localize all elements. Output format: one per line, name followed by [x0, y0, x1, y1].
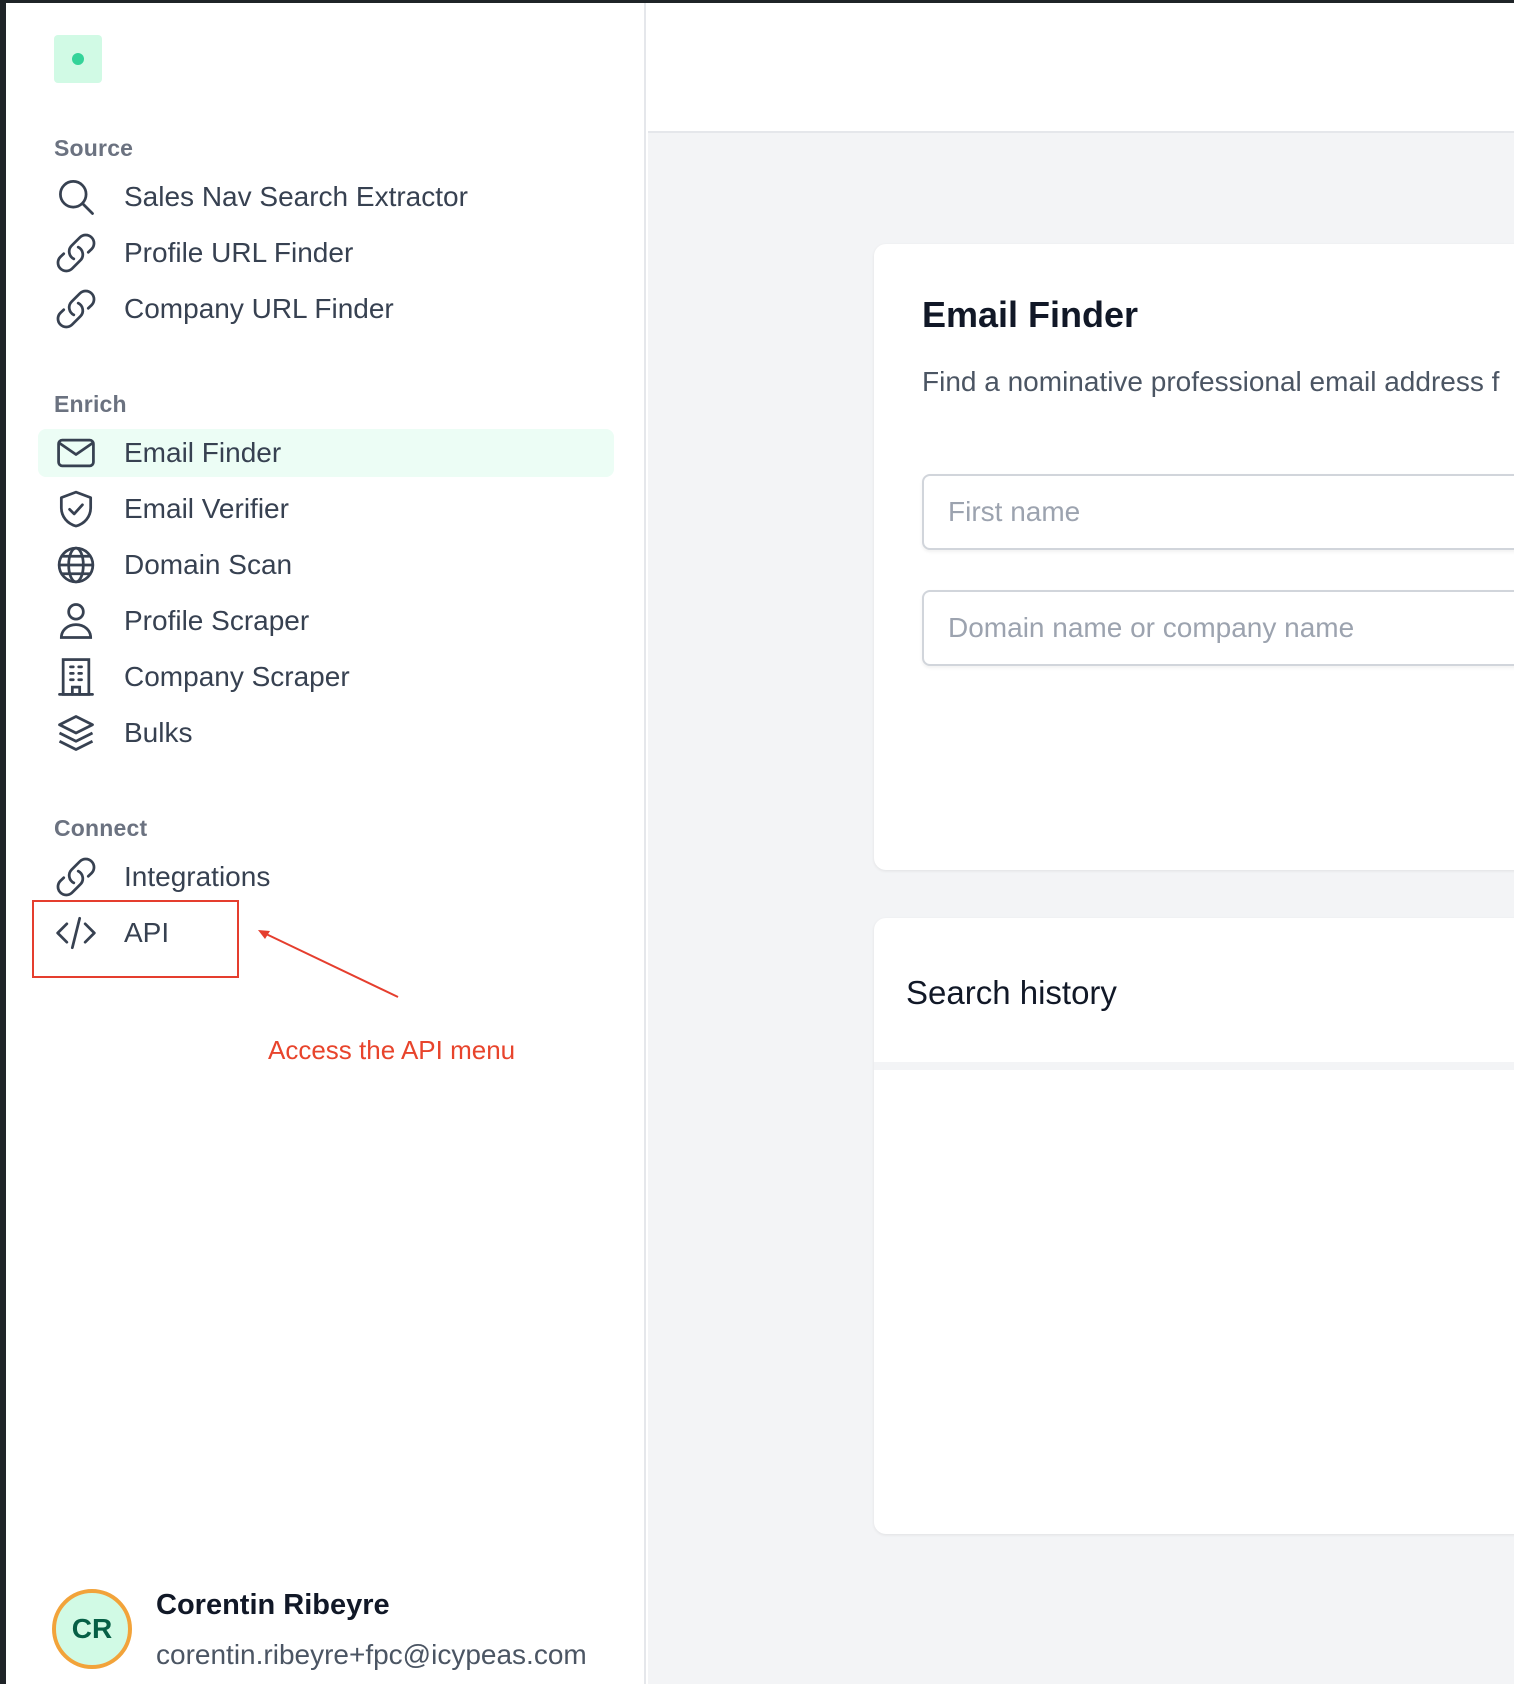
- sidebar: Source Sales Nav Search Extractor Profil…: [6, 3, 646, 1684]
- logo-dot: [72, 53, 84, 65]
- sidebar-item-label: Bulks: [124, 717, 193, 748]
- layers-icon: [54, 711, 98, 755]
- sidebar-item-company-scraper[interactable]: Company Scraper: [38, 653, 614, 701]
- globe-icon: [54, 543, 98, 587]
- search-history-card: Search history: [874, 918, 1514, 1534]
- annotation-text: Access the API menu: [268, 1035, 516, 1065]
- user-email: corentin.ribeyre+fpc@icypeas.com: [156, 1639, 587, 1670]
- app-logo[interactable]: [54, 35, 102, 83]
- search-icon: [54, 175, 98, 219]
- sidebar-item-label: Domain Scan: [124, 549, 293, 580]
- sidebar-item-profile-scraper[interactable]: Profile Scraper: [38, 597, 614, 645]
- sidebar-item-label: Profile URL Finder: [124, 237, 354, 268]
- sidebar-item-email-verifier[interactable]: Email Verifier: [38, 485, 614, 533]
- sidebar-item-label: Integrations: [124, 861, 271, 892]
- sidebar-item-bulks[interactable]: Bulks: [38, 709, 614, 757]
- first-name-input[interactable]: [922, 474, 1514, 550]
- sidebar-item-domain-scan[interactable]: Domain Scan: [38, 541, 614, 589]
- page-description: Find a nominative professional email add…: [922, 366, 1500, 397]
- link-icon: [54, 231, 98, 275]
- page-title: Email Finder: [922, 294, 1139, 335]
- sidebar-item-profile-url-finder[interactable]: Profile URL Finder: [38, 229, 614, 277]
- sidebar-item-company-url-finder[interactable]: Company URL Finder: [38, 285, 614, 333]
- divider: [874, 1062, 1514, 1070]
- avatar[interactable]: CR: [52, 1589, 132, 1669]
- section-title-connect: Connect: [54, 815, 148, 841]
- user-icon: [54, 599, 98, 643]
- sidebar-item-sales-nav-search-extractor[interactable]: Sales Nav Search Extractor: [38, 173, 614, 221]
- section-title-source: Source: [54, 135, 134, 161]
- sidebar-item-label: Company Scraper: [124, 661, 350, 692]
- sidebar-item-label: Sales Nav Search Extractor: [124, 181, 468, 212]
- annotation-arrow-icon: [258, 930, 399, 998]
- sidebar-item-label: Profile Scraper: [124, 605, 310, 636]
- sidebar-item-label: Email Finder: [124, 437, 282, 468]
- sidebar-item-email-finder[interactable]: Email Finder: [38, 429, 614, 477]
- annotation-highlight-box: [32, 900, 239, 978]
- link-icon: [54, 287, 98, 331]
- top-bar: [648, 3, 1514, 133]
- domain-input[interactable]: [922, 590, 1514, 666]
- building-icon: [54, 655, 98, 699]
- shield-check-icon: [54, 487, 98, 531]
- envelope-icon: [54, 431, 98, 475]
- sidebar-item-label: Company URL Finder: [124, 293, 394, 324]
- section-title-enrich: Enrich: [54, 391, 127, 417]
- sidebar-item-integrations[interactable]: Integrations: [38, 853, 614, 901]
- email-finder-card: Email Finder Find a nominative professio…: [874, 244, 1514, 870]
- link-icon: [54, 855, 98, 899]
- search-history-title: Search history: [906, 974, 1117, 1011]
- sidebar-item-label: Email Verifier: [124, 493, 289, 524]
- user-name: Corentin Ribeyre: [156, 1589, 390, 1621]
